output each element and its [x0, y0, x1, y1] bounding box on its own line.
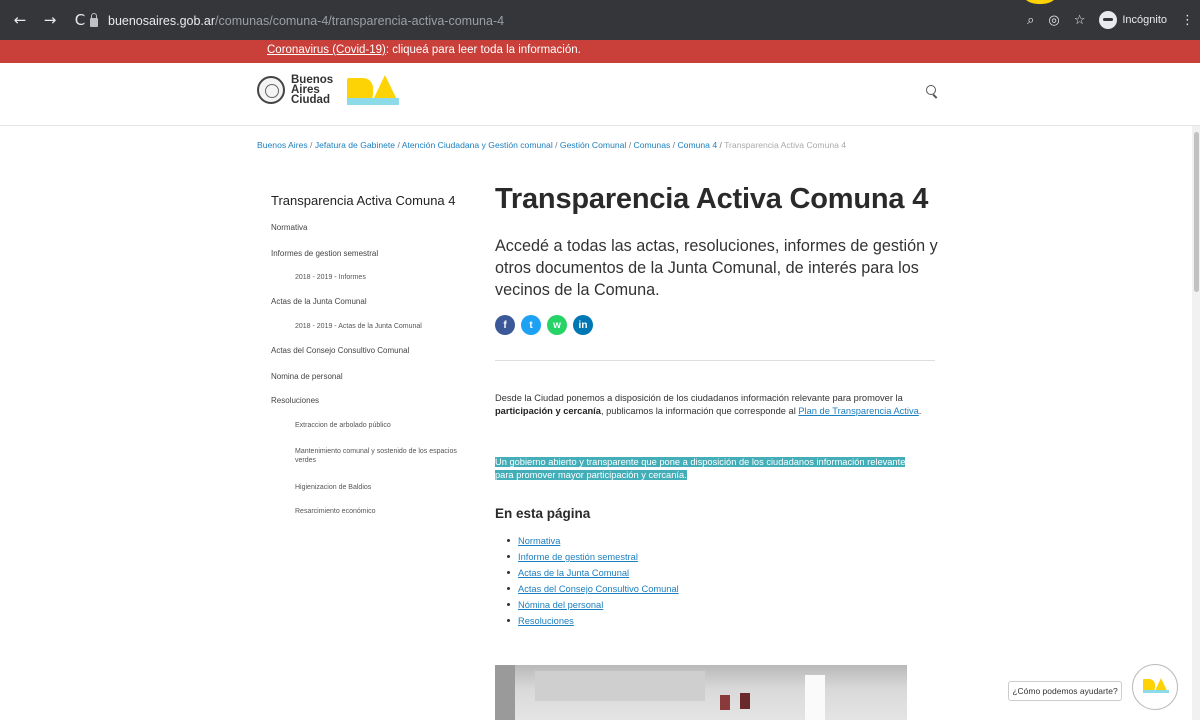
logo-line: Ciudad: [291, 94, 330, 106]
breadcrumb: Buenos Aires / Jefatura de Gabinete / At…: [257, 140, 846, 150]
toc-link-informe[interactable]: Informe de gestión semestral: [518, 552, 638, 562]
covid-alert-bar: Coronavirus (Covid-19): cliqueá para lee…: [0, 40, 1200, 63]
sidebar-subitem-informes-2018-2019[interactable]: 2018 - 2019 - Informes: [295, 273, 366, 282]
toc-link-actas-junta[interactable]: Actas de la Junta Comunal: [518, 568, 629, 578]
url-path: /comunas/comuna-4/transparencia-activa-c…: [215, 14, 505, 28]
sidebar-subitem-actas-2018-2019[interactable]: 2018 - 2019 - Actas de la Junta Comunal: [295, 322, 422, 331]
section-heading: En esta página: [495, 506, 591, 521]
toc-link-nomina[interactable]: Nómina del personal: [518, 600, 603, 610]
address-bar[interactable]: buenosaires.gob.ar/comunas/comuna-4/tran…: [90, 9, 1000, 33]
breadcrumb-link[interactable]: Buenos Aires: [257, 140, 308, 150]
back-arrow-icon[interactable]: ←: [8, 11, 32, 29]
chat-bot-icon[interactable]: [1132, 664, 1178, 710]
browser-actions: ⌕ ◎ ☆ Incógnito ⋮: [1027, 0, 1194, 40]
breadcrumb-current: Transparencia Activa Comuna 4: [724, 140, 847, 150]
toc-link-resoluciones[interactable]: Resoluciones: [518, 616, 574, 626]
breadcrumb-link[interactable]: Jefatura de Gabinete: [315, 140, 395, 150]
help-prompt[interactable]: ¿Cómo podemos ayudarte?: [1008, 681, 1122, 701]
sidebar-item-informes[interactable]: Informes de gestion semestral: [271, 249, 378, 258]
site-header: Buenos Aires Ciudad: [0, 63, 1200, 126]
toc-link-consejo[interactable]: Actas del Consejo Consultivo Comunal: [518, 584, 679, 594]
toc-link-normativa[interactable]: Normativa: [518, 536, 560, 546]
toc-item: Nómina del personal: [507, 597, 679, 613]
ba-logo-icon: [347, 75, 400, 105]
zoom-icon[interactable]: ⌕: [1027, 13, 1034, 28]
lock-icon[interactable]: [90, 13, 98, 27]
toc-item: Actas de la Junta Comunal: [507, 565, 679, 581]
search-icon[interactable]: [926, 85, 936, 95]
breadcrumb-link[interactable]: Atención Ciudadana y Gestión comunal: [402, 140, 553, 150]
sidebar-subitem-resarcimiento[interactable]: Resarcimiento económico: [295, 507, 376, 516]
breadcrumb-link[interactable]: Gestión Comunal: [560, 140, 626, 150]
tracking-blocked-icon[interactable]: ◎: [1048, 13, 1059, 28]
sidebar-item-actas-junta[interactable]: Actas de la Junta Comunal: [271, 297, 367, 306]
logo-wordmark: Buenos Aires Ciudad: [291, 74, 333, 106]
breadcrumb-link[interactable]: Comunas: [634, 140, 673, 150]
para-bold-text: participación y cercanía: [495, 406, 601, 416]
highlight-line: para promover mayor participación y cerc…: [495, 470, 687, 480]
sidebar-subitem-mantenimiento[interactable]: Mantenimiento comunal y sostenido de los…: [295, 447, 473, 465]
city-seal-icon: [257, 76, 285, 104]
content-photo: [495, 665, 907, 720]
divider: [495, 360, 935, 361]
site-logo[interactable]: Buenos Aires Ciudad: [257, 74, 400, 106]
reload-icon[interactable]: C: [68, 11, 92, 29]
browser-toolbar: ← → C buenosaires.gob.ar/comunas/comuna-…: [0, 0, 1200, 40]
para-text: , publicamos la información que correspo…: [600, 406, 799, 416]
forward-arrow-icon[interactable]: →: [38, 11, 62, 29]
toc-item: Informe de gestión semestral: [507, 549, 679, 565]
para-end: .: [918, 406, 922, 416]
alert-rest-text[interactable]: : cliqueá para leer toda la información.: [386, 44, 581, 56]
breadcrumb-separator: /: [719, 140, 722, 150]
breadcrumb-separator: /: [672, 140, 676, 150]
scrollbar-thumb[interactable]: [1194, 132, 1199, 292]
linkedin-icon[interactable]: in: [573, 315, 593, 335]
whatsapp-icon[interactable]: w: [547, 315, 567, 335]
incognito-icon: [1099, 11, 1118, 29]
incognito-indicator[interactable]: Incógnito: [1099, 11, 1167, 29]
breadcrumb-separator: /: [628, 140, 632, 150]
page-title: Transparencia Activa Comuna 4: [495, 183, 929, 215]
twitter-icon[interactable]: t: [521, 315, 541, 335]
lead-text: Accedé a todas las actas, resoluciones, …: [495, 237, 938, 299]
sidebar-nav: Transparencia Activa Comuna 4 Normativa …: [271, 193, 471, 515]
highlight-line: Un gobierno abierto y transparente que p…: [495, 457, 906, 467]
intro-paragraph: Desde la Ciudad ponemos a disposición de…: [495, 392, 940, 418]
plan-transparencia-link[interactable]: Plan de Transparencia Activa: [798, 406, 918, 416]
facebook-icon[interactable]: f: [495, 315, 515, 335]
sidebar-item-consejo[interactable]: Actas del Consejo Consultivo Comunal: [271, 346, 409, 355]
incognito-label: Incógnito: [1122, 14, 1167, 26]
breadcrumb-link[interactable]: Comuna 4: [677, 140, 717, 150]
sidebar-item-resoluciones[interactable]: Resoluciones: [271, 396, 319, 405]
social-share-buttons: f t w in: [495, 315, 593, 335]
breadcrumb-separator: /: [397, 140, 400, 150]
toc-item: Normativa: [507, 533, 679, 549]
sidebar-item-nomina[interactable]: Nomina de personal: [271, 372, 343, 381]
browser-menu-icon[interactable]: ⋮: [1181, 13, 1194, 28]
breadcrumb-separator: /: [555, 140, 558, 150]
url-host: buenosaires.gob.ar: [108, 14, 216, 28]
para-text: Desde la Ciudad ponemos a disposición de…: [495, 393, 903, 403]
breadcrumb-separator: /: [310, 140, 313, 150]
alert-text: Coronavirus (Covid-19): cliqueá para lee…: [267, 44, 581, 56]
sidebar-subitem-arbolado[interactable]: Extraccion de arbolado público: [295, 421, 391, 430]
page-toc: Normativa Informe de gestión semestral A…: [507, 533, 679, 629]
sidebar-subitem-baldios[interactable]: Higienizacion de Baldios: [295, 483, 371, 492]
bookmark-star-icon[interactable]: ☆: [1074, 13, 1086, 28]
highlight-block: Un gobierno abierto y transparente que p…: [495, 456, 937, 482]
toc-item: Resoluciones: [507, 613, 679, 629]
sidebar-item-normativa[interactable]: Normativa: [271, 223, 307, 232]
covid-alert-link[interactable]: Coronavirus (Covid-19): [267, 44, 386, 56]
toc-item: Actas del Consejo Consultivo Comunal: [507, 581, 679, 597]
sidebar-title: Transparencia Activa Comuna 4: [271, 193, 456, 208]
